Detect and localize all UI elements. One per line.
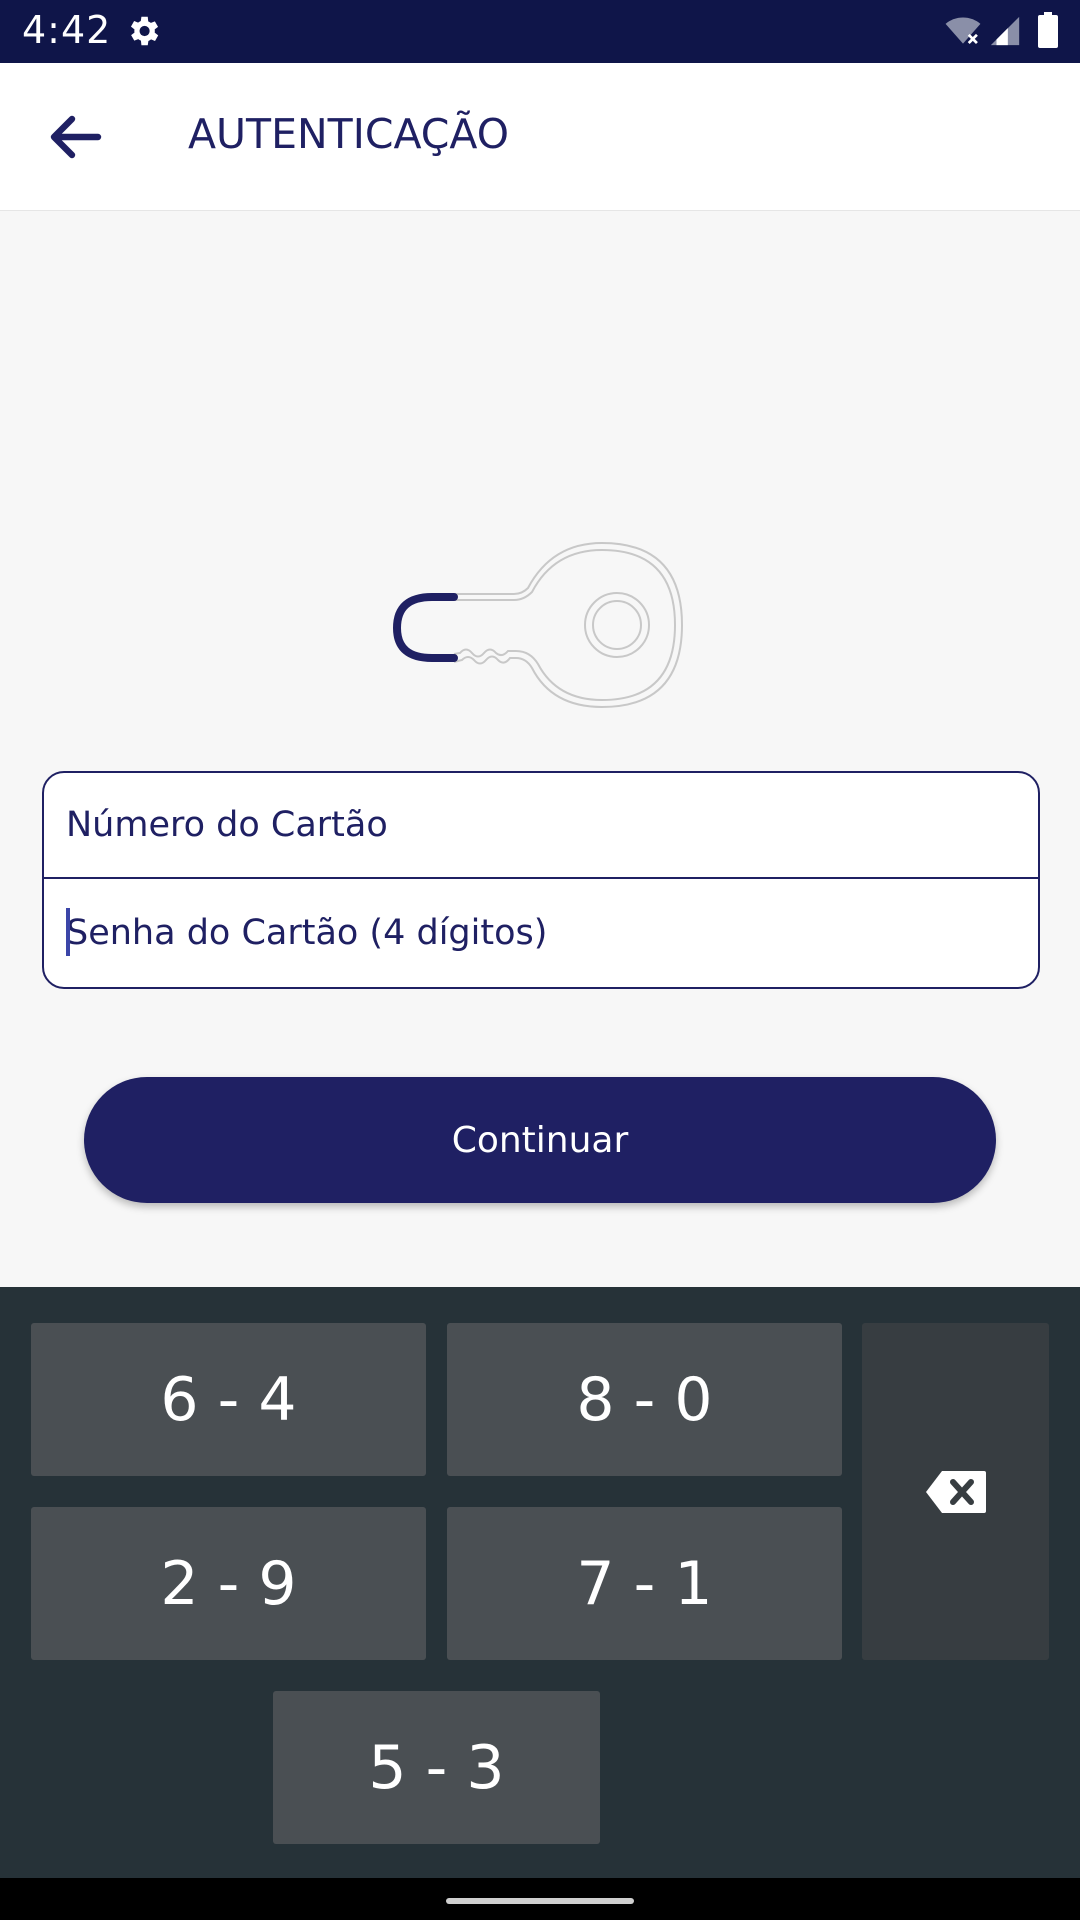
- login-form: Número do Cartão Senha do Cartão (4 dígi…: [42, 771, 1040, 989]
- keypad-key-4[interactable]: 7 - 1: [447, 1507, 842, 1660]
- home-gesture-handle[interactable]: [446, 1898, 634, 1904]
- delete-button[interactable]: [862, 1323, 1049, 1660]
- backspace-icon: [925, 1470, 986, 1513]
- numeric-keypad: 6 - 4 8 - 0 2 - 9 7 - 1 5 - 3: [0, 1287, 1080, 1878]
- wifi-off-icon: [945, 17, 981, 44]
- status-bar: 4:42: [0, 0, 1080, 63]
- page-title: AUTENTICAÇÃO: [188, 110, 509, 158]
- key-icon: [392, 541, 684, 709]
- battery-icon: [1038, 12, 1058, 48]
- settings-gear-icon: [130, 16, 159, 46]
- keypad-key-2[interactable]: 8 - 0: [447, 1323, 842, 1476]
- continue-button[interactable]: Continuar: [84, 1077, 996, 1203]
- app-bar: AUTENTICAÇÃO: [0, 63, 1080, 211]
- card-password-placeholder: Senha do Cartão (4 dígitos): [66, 913, 548, 953]
- keypad-key-1[interactable]: 6 - 4: [31, 1323, 426, 1476]
- keypad-key-3[interactable]: 2 - 9: [31, 1507, 426, 1660]
- text-cursor: [66, 908, 70, 956]
- cell-signal-icon: [990, 16, 1020, 46]
- card-password-field[interactable]: Senha do Cartão (4 dígitos): [44, 880, 1038, 986]
- arrow-left-icon[interactable]: [46, 113, 102, 161]
- continue-button-label: Continuar: [451, 1119, 629, 1161]
- navigation-bar: [0, 1878, 1080, 1920]
- card-number-placeholder: Número do Cartão: [66, 805, 388, 845]
- keypad-key-5[interactable]: 5 - 3: [273, 1691, 600, 1844]
- status-time: 4:42: [22, 8, 112, 52]
- card-number-field[interactable]: Número do Cartão: [44, 773, 1038, 879]
